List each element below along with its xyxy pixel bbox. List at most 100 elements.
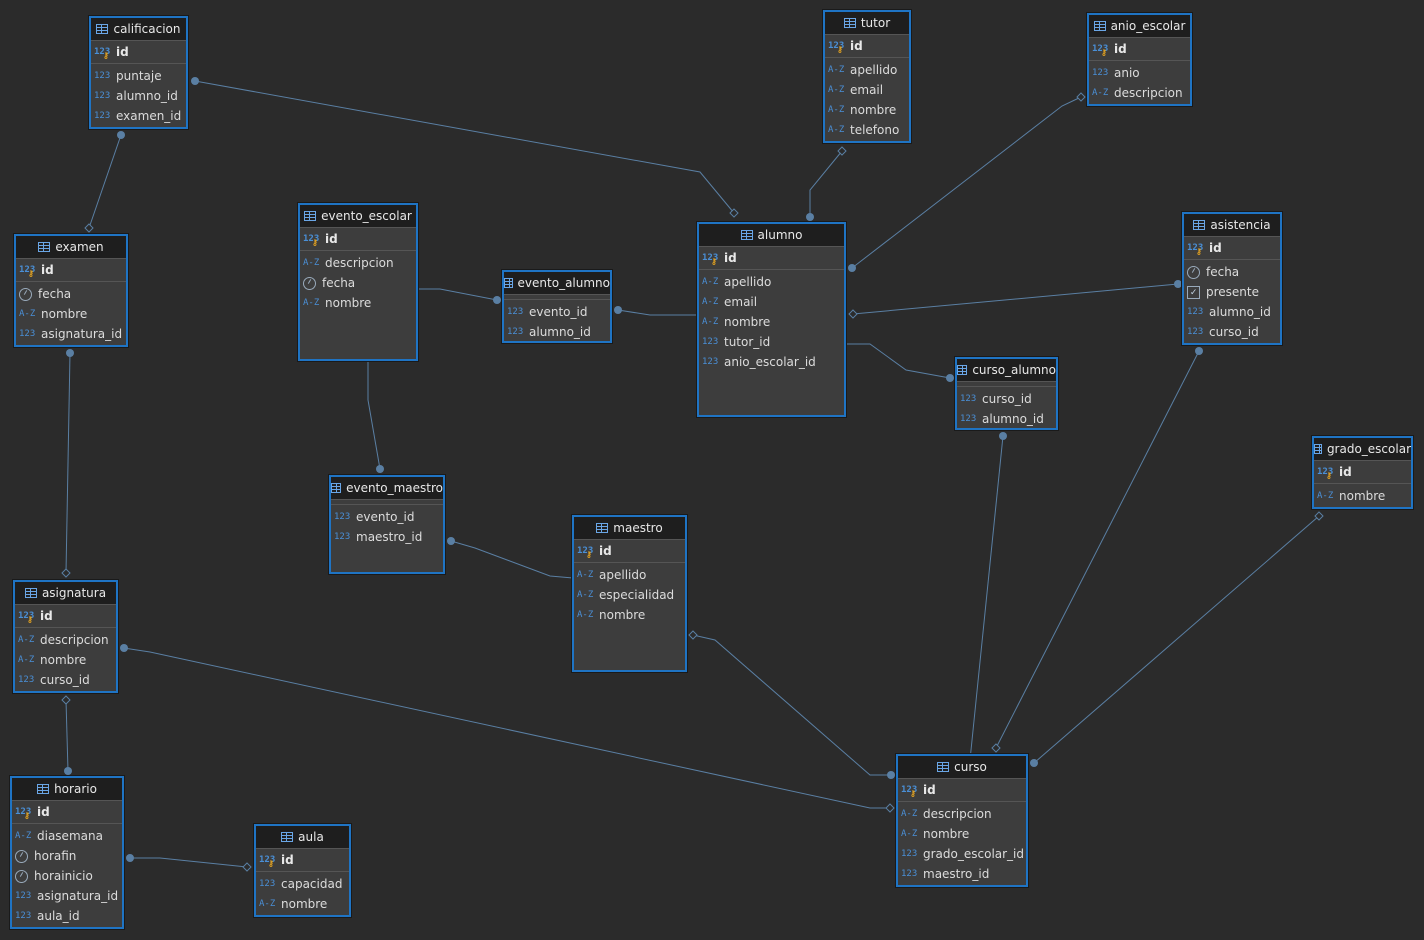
column-row[interactable]: A-Z descripcion (300, 253, 416, 273)
column-row[interactable]: 123 alumno_id (1184, 302, 1280, 322)
column-row[interactable]: 123 curso_id (15, 670, 116, 690)
column-row[interactable]: fecha (300, 273, 416, 293)
column-row[interactable]: 123 curso_id (957, 389, 1056, 409)
table-header[interactable]: aula (256, 826, 349, 849)
column-row[interactable]: A-Z nombre (574, 605, 685, 625)
table-header[interactable]: calificacion (91, 18, 186, 41)
column-row[interactable]: 123 asignatura_id (12, 886, 122, 906)
column-name: asignatura_id (37, 889, 119, 903)
column-row[interactable]: A-Z nombre (15, 650, 116, 670)
column-row[interactable]: 123 capacidad (256, 874, 349, 894)
primary-key-row[interactable]: 123id (825, 35, 909, 58)
table-header[interactable]: evento_alumno (504, 272, 610, 295)
numeric-type-icon: 123 (702, 357, 719, 367)
primary-key-row[interactable]: 123id (256, 849, 349, 872)
column-row[interactable]: A-Z diasemana (12, 826, 122, 846)
table-alumno[interactable]: alumno123idA-ZapellidoA-ZemailA-Znombre1… (697, 222, 846, 417)
column-row[interactable]: 123 anio_escolar_id (699, 352, 844, 372)
table-header[interactable]: asignatura (15, 582, 116, 605)
column-row[interactable]: fecha (1184, 262, 1280, 282)
table-header[interactable]: alumno (699, 224, 844, 247)
column-row[interactable]: 123 examen_id (91, 106, 186, 126)
column-row[interactable]: A-Z nombre (16, 304, 126, 324)
table-header[interactable]: evento_escolar (300, 205, 416, 228)
column-row[interactable]: A-Z nombre (898, 824, 1026, 844)
column-row[interactable]: 123 tutor_id (699, 332, 844, 352)
primary-key-row[interactable]: 123id (1089, 38, 1190, 61)
table-evento-alumno[interactable]: evento_alumno 123 evento_id 123 alumno_id (502, 270, 612, 343)
primary-key-row[interactable]: 123id (91, 41, 186, 64)
primary-key-row[interactable]: 123id (1314, 461, 1411, 484)
table-calificacion[interactable]: calificacion123id123puntaje123alumno_id1… (89, 16, 188, 129)
table-header[interactable]: curso (898, 756, 1026, 779)
column-row[interactable]: 123 curso_id (1184, 322, 1280, 342)
column-row[interactable]: A-Z descripcion (15, 630, 116, 650)
table-examen[interactable]: examen123idfechaA-Znombre123asignatura_i… (14, 234, 128, 347)
column-row[interactable]: 123 alumno_id (91, 86, 186, 106)
column-row[interactable]: A-Z descripcion (1089, 83, 1190, 103)
table-maestro[interactable]: maestro123idA-ZapellidoA-ZespecialidadA-… (572, 515, 687, 672)
table-header[interactable]: examen (16, 236, 126, 259)
table-curso-alumno[interactable]: curso_alumno 123 curso_id 123 alumno_id (955, 357, 1058, 430)
column-row[interactable]: 123 grado_escolar_id (898, 844, 1026, 864)
table-grado-escolar[interactable]: grado_escolar 123id A-Z nombre (1312, 436, 1413, 509)
primary-key-row[interactable]: 123id (898, 779, 1026, 802)
table-evento-escolar[interactable]: evento_escolar123idA-ZdescripcionfechaA-… (298, 203, 418, 361)
primary-key-row[interactable]: 123id (574, 540, 685, 563)
column-row[interactable]: 123 puntaje (91, 66, 186, 86)
column-row[interactable]: horainicio (12, 866, 122, 886)
table-header[interactable]: tutor (825, 12, 909, 35)
column-row[interactable]: A-Z apellido (574, 565, 685, 585)
table-name: anio_escolar (1110, 19, 1186, 33)
table-header[interactable]: curso_alumno (957, 359, 1056, 382)
table-header[interactable]: horario (12, 778, 122, 801)
column-row[interactable]: 123 maestro_id (331, 527, 443, 547)
column-name: descripcion (325, 256, 394, 270)
table-horario[interactable]: horario123idA-Zdiasemanahorafinhorainici… (10, 776, 124, 929)
column-row[interactable]: A-Z nombre (256, 894, 349, 914)
column-name: nombre (325, 296, 372, 310)
table-header[interactable]: asistencia (1184, 214, 1280, 237)
column-row[interactable]: 123 alumno_id (504, 322, 610, 342)
primary-key-row[interactable]: 123id (16, 259, 126, 282)
column-row[interactable]: 123 evento_id (331, 507, 443, 527)
table-header[interactable]: grado_escolar (1314, 438, 1411, 461)
column-row[interactable]: A-Z descripcion (898, 804, 1026, 824)
column-row[interactable]: A-Z especialidad (574, 585, 685, 605)
table-curso[interactable]: curso123idA-ZdescripcionA-Znombre123grad… (896, 754, 1028, 887)
column-row[interactable]: A-Z nombre (699, 312, 844, 332)
column-row[interactable]: A-Z telefono (825, 120, 909, 140)
column-row[interactable]: horafin (12, 846, 122, 866)
column-row[interactable]: 123 evento_id (504, 302, 610, 322)
table-header[interactable]: evento_maestro (331, 477, 443, 500)
primary-key-row[interactable]: 123id (699, 247, 844, 270)
table-tutor[interactable]: tutor123idA-ZapellidoA-ZemailA-ZnombreA-… (823, 10, 911, 143)
column-row[interactable]: 123 asignatura_id (16, 324, 126, 344)
column-row[interactable]: A-Z email (699, 292, 844, 312)
column-row[interactable]: A-Z nombre (1314, 486, 1411, 506)
primary-key-row[interactable]: 123id (1184, 237, 1280, 260)
column-row[interactable]: A-Z nombre (300, 293, 416, 313)
primary-key-row[interactable]: 123id (12, 801, 122, 824)
rel-tutor-alumno (809, 150, 843, 217)
column-row[interactable]: A-Z apellido (825, 60, 909, 80)
column-row[interactable]: A-Z apellido (699, 272, 844, 292)
column-row[interactable]: A-Z nombre (825, 100, 909, 120)
primary-key-icon: 123 (1092, 44, 1112, 57)
column-row[interactable]: fecha (16, 284, 126, 304)
table-asistencia[interactable]: asistencia123idfecha✓presente123alumno_i… (1182, 212, 1282, 345)
column-row[interactable]: 123 maestro_id (898, 864, 1026, 884)
table-anio-escolar[interactable]: anio_escolar 123id123anioA-Zdescripcion (1087, 13, 1192, 106)
table-evento-maestro[interactable]: evento_maestro 123 evento_id 123 maestro_id (329, 475, 445, 574)
table-header[interactable]: maestro (574, 517, 685, 540)
table-aula[interactable]: aula123id123capacidadA-Znombre (254, 824, 351, 917)
column-row[interactable]: 123 aula_id (12, 906, 122, 926)
primary-key-row[interactable]: 123id (300, 228, 416, 251)
column-row[interactable]: 123 anio (1089, 63, 1190, 83)
table-header[interactable]: anio_escolar (1089, 15, 1190, 38)
primary-key-row[interactable]: 123id (15, 605, 116, 628)
column-row[interactable]: A-Z email (825, 80, 909, 100)
column-row[interactable]: 123 alumno_id (957, 409, 1056, 429)
column-row[interactable]: ✓ presente (1184, 282, 1280, 302)
table-asignatura[interactable]: asignatura123idA-ZdescripcionA-Znombre12… (13, 580, 118, 693)
